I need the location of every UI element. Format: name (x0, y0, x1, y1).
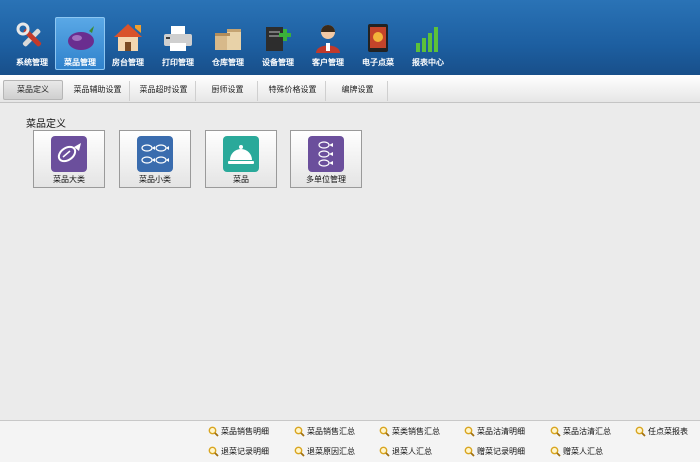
report-label: 菜类销售汇总 (392, 427, 440, 436)
tab-dish-definition[interactable]: 菜品定义 (3, 80, 63, 100)
card-dish[interactable]: 菜品 (205, 130, 277, 188)
magnifier-icon (208, 426, 219, 437)
toolbar-warehouse-management[interactable]: 仓库管理 (203, 18, 253, 70)
toolbar-label: 设备管理 (262, 58, 294, 67)
magnifier-icon (208, 446, 219, 457)
report-label: 菜品沽清汇总 (563, 427, 611, 436)
magnifier-icon (379, 426, 390, 437)
report-label: 退菜原因汇总 (307, 447, 355, 456)
boxes-icon (215, 29, 241, 50)
magnifier-icon (464, 446, 475, 457)
report-label: 赠菜人汇总 (563, 447, 603, 456)
bar-chart-icon (416, 27, 438, 52)
toolbar-report-center[interactable]: 报表中心 (403, 18, 453, 70)
report-link-sold-out-detail[interactable]: 菜品沽清明细 (464, 425, 525, 439)
main-content: 菜品定义 菜品大类 菜品小类 菜品 多单位管理 (0, 103, 700, 420)
report-label: 赠菜记录明细 (477, 447, 525, 456)
toolbar-room-management[interactable]: 房台管理 (103, 18, 153, 70)
magnifier-icon (550, 426, 561, 437)
tablet-menu-icon (368, 24, 388, 52)
report-link-category-sales-summary[interactable]: 菜类销售汇总 (379, 425, 440, 439)
fish-group-icon (137, 136, 173, 172)
card-multi-unit-management[interactable]: 多单位管理 (290, 130, 362, 188)
toolbar-label: 菜品管理 (64, 58, 96, 67)
toolbar-customer-management[interactable]: 客户管理 (303, 18, 353, 70)
report-label: 菜品销售汇总 (307, 427, 355, 436)
report-link-any-dish-report[interactable]: 任点菜报表 (635, 425, 688, 439)
toolbar-dish-management[interactable]: 菜品管理 (55, 17, 105, 70)
report-link-return-record-detail[interactable]: 退菜记录明细 (208, 445, 269, 459)
magnifier-icon (294, 426, 305, 437)
card-label: 菜品 (233, 175, 249, 184)
customer-icon (316, 25, 340, 53)
report-link-dish-sales-detail[interactable]: 菜品销售明细 (208, 425, 269, 439)
tab-chef-settings[interactable]: 厨师设置 (198, 81, 258, 101)
toolbar-print-management[interactable]: 打印管理 (153, 18, 203, 70)
toolbar-label: 仓库管理 (212, 58, 244, 67)
report-link-return-person-summary[interactable]: 退菜人汇总 (379, 445, 432, 459)
tab-dish-auxiliary-settings[interactable]: 菜品辅助设置 (66, 81, 130, 101)
house-icon (114, 24, 142, 51)
toolbar-device-management[interactable]: 设备管理 (253, 18, 303, 70)
report-label: 任点菜报表 (648, 427, 688, 436)
toolbar-system-management[interactable]: 系统管理 (7, 18, 57, 70)
magnifier-icon (379, 446, 390, 457)
report-link-gift-record-detail[interactable]: 赠菜记录明细 (464, 445, 525, 459)
report-link-return-reason-summary[interactable]: 退菜原因汇总 (294, 445, 355, 459)
dish-cover-icon (223, 136, 259, 172)
toolbar-label: 系统管理 (16, 58, 48, 67)
toolbar-label: 打印管理 (162, 58, 194, 67)
magnifier-icon (635, 426, 646, 437)
report-label: 菜品销售明细 (221, 427, 269, 436)
section-title: 菜品定义 (26, 119, 66, 130)
toolbar-electronic-ordering[interactable]: 电子点菜 (353, 18, 403, 70)
fish-icon (51, 136, 87, 172)
printer-icon (164, 26, 192, 51)
card-dish-subcategory[interactable]: 菜品小类 (119, 130, 191, 188)
card-dish-category[interactable]: 菜品大类 (33, 130, 105, 188)
report-label: 退菜人汇总 (392, 447, 432, 456)
magnifier-icon (464, 426, 475, 437)
card-label: 菜品小类 (139, 175, 171, 184)
toolbar-label: 电子点菜 (362, 58, 394, 67)
top-toolbar: 系统管理 菜品管理 房台管理 打印管理 仓库管理 设备管理 客户管理 电子点菜 … (0, 0, 700, 75)
tools-icon (16, 22, 42, 47)
tab-special-price-settings[interactable]: 特殊价格设置 (260, 81, 326, 101)
magnifier-icon (550, 446, 561, 457)
report-link-gift-person-summary[interactable]: 赠菜人汇总 (550, 445, 603, 459)
tab-tag-settings[interactable]: 编牌设置 (328, 81, 388, 101)
card-label: 菜品大类 (53, 175, 85, 184)
toolbar-label: 报表中心 (412, 58, 444, 67)
report-label: 退菜记录明细 (221, 447, 269, 456)
report-shortcuts-panel: 菜品销售明细 菜品销售汇总 菜类销售汇总 菜品沽清明细 菜品沽清汇总 任点菜报表… (0, 420, 700, 462)
toolbar-label: 客户管理 (312, 58, 344, 67)
magnifier-icon (294, 446, 305, 457)
card-label: 多单位管理 (306, 175, 346, 184)
toolbar-label: 房台管理 (112, 58, 144, 67)
sub-tab-bar: 菜品定义 菜品辅助设置 菜品超时设置 厨师设置 特殊价格设置 编牌设置 (0, 75, 700, 103)
device-add-icon (266, 27, 291, 51)
tab-dish-timeout-settings[interactable]: 菜品超时设置 (132, 81, 196, 101)
eggplant-icon (68, 26, 94, 50)
report-link-sold-out-summary[interactable]: 菜品沽清汇总 (550, 425, 611, 439)
report-link-dish-sales-summary[interactable]: 菜品销售汇总 (294, 425, 355, 439)
report-label: 菜品沽清明细 (477, 427, 525, 436)
fish-stack-icon (308, 136, 344, 172)
